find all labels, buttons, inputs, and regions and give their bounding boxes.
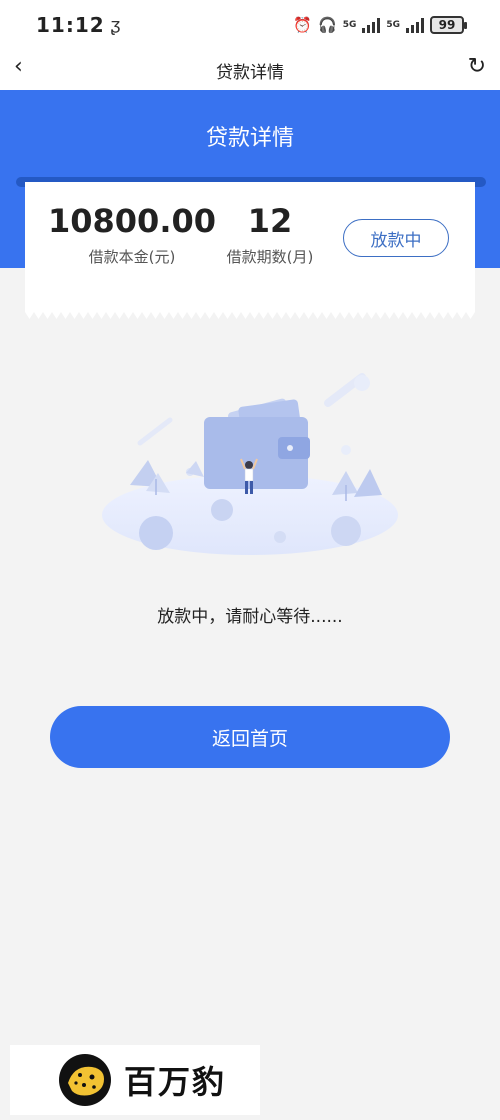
- signal-icon: [406, 17, 424, 33]
- waiting-message: 放款中，请耐心等待......: [157, 607, 343, 627]
- wallet-illustration: [102, 373, 398, 555]
- loan-info-card: 10800.00 借款本金(元) 12 借款期数(月) 放款中: [25, 182, 475, 320]
- headphones-icon: 🎧: [318, 16, 337, 34]
- loan-amount-value: 10800.00: [47, 202, 216, 240]
- loan-term-label: 借款期数(月): [226, 248, 314, 266]
- loan-term-value: 12: [247, 202, 293, 240]
- loan-term: 12 借款期数(月): [205, 202, 335, 267]
- status-time: 11:12: [36, 13, 105, 37]
- nav-bar: ‹ 贷款详情 ↻: [0, 50, 500, 90]
- loan-amount: 10800.00 借款本金(元): [47, 202, 217, 267]
- card-zigzag-edge: [25, 312, 475, 320]
- signal-icon: [362, 17, 381, 33]
- page-title: 贷款详情: [205, 126, 294, 151]
- status-icons: ⏰ 🎧 5G 5G 99: [293, 16, 467, 34]
- battery-icon: 99: [430, 16, 467, 34]
- nav-title: 贷款详情: [216, 62, 284, 83]
- loan-status-badge: 放款中: [343, 219, 449, 257]
- alarm-icon: ⏰: [293, 16, 312, 34]
- network-label-2: 5G: [386, 20, 400, 30]
- status-bar: 11:12 ᶚ ⏰ 🎧 5G 5G 99: [0, 0, 500, 50]
- watermark-text: 百万豹: [124, 1063, 227, 1101]
- battery-level: 99: [438, 18, 456, 32]
- loan-amount-label: 借款本金(元): [88, 248, 176, 266]
- watermark: 百万豹: [10, 1045, 260, 1115]
- back-icon[interactable]: ‹: [14, 54, 23, 79]
- refresh-icon[interactable]: ↻: [468, 54, 486, 79]
- headphones-icon: ᶚ: [110, 14, 121, 36]
- network-label-1: 5G: [342, 20, 357, 30]
- return-home-button[interactable]: 返回首页: [50, 706, 450, 768]
- leopard-logo-icon: [59, 1054, 111, 1106]
